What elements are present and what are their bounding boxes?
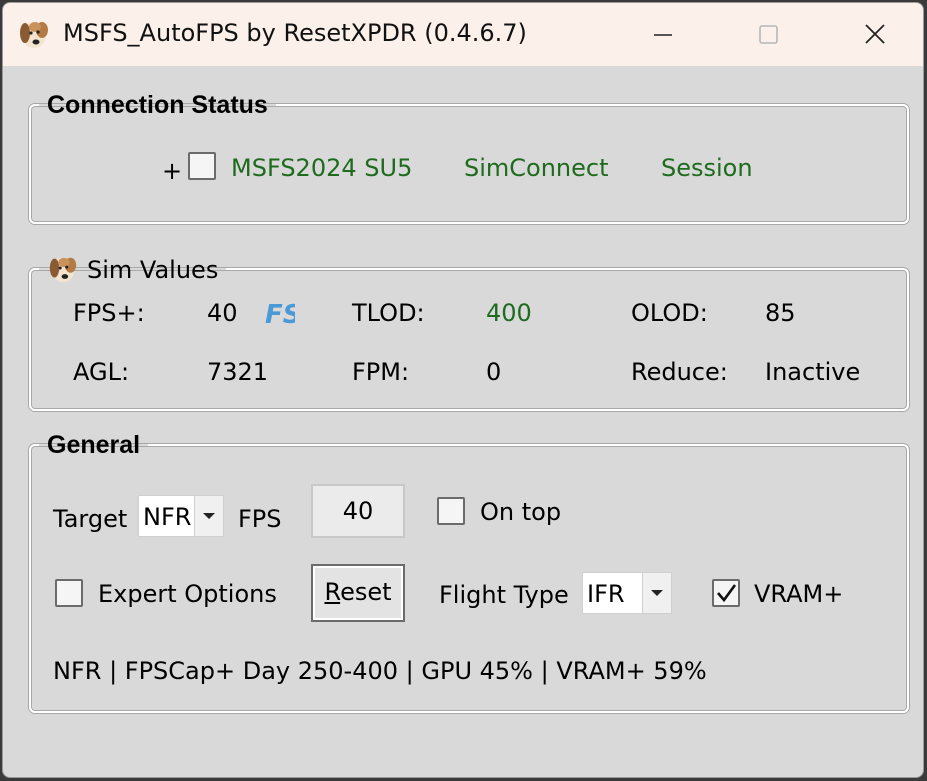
sim-values-group: Sim Values [29, 253, 909, 411]
fps-unit-label: FPS [238, 505, 282, 533]
minimize-icon [654, 34, 672, 36]
chevron-down-icon[interactable] [194, 496, 223, 536]
olod-value: 85 [765, 299, 796, 327]
expert-options-checkbox[interactable] [55, 579, 83, 607]
target-mode-select[interactable]: NFR [138, 495, 224, 537]
reduce-label: Reduce: [631, 358, 728, 386]
status-msfs: MSFS2024 SU5 [231, 154, 413, 182]
vram-checkbox[interactable] [712, 579, 740, 607]
checkmark-icon [717, 584, 737, 603]
flight-type-select[interactable]: IFR [582, 572, 672, 614]
agl-label: AGL: [73, 358, 130, 386]
reduce-value: Inactive [765, 358, 861, 386]
reset-label: eset [340, 578, 392, 606]
connection-checkbox[interactable] [188, 152, 216, 180]
status-session: Session [661, 154, 753, 182]
status-simconnect: SimConnect [464, 154, 609, 182]
fps-value: 40 [207, 299, 238, 327]
fs-logo-icon: FS [265, 300, 295, 329]
fpm-label: FPM: [352, 358, 410, 386]
agl-value: 7321 [207, 358, 269, 386]
minimize-button[interactable] [613, 3, 713, 66]
title-bar[interactable]: MSFS_AutoFPS by ResetXPDR (0.4.6.7) [3, 3, 923, 66]
close-icon [865, 24, 885, 44]
target-fps-input[interactable]: 40 [311, 484, 405, 538]
tlod-label: TLOD: [352, 299, 425, 327]
dog-face-icon [49, 257, 77, 283]
general-legend: General [47, 431, 141, 459]
sim-values-legend-text: Sim Values [87, 256, 219, 284]
target-mode-value: NFR [143, 503, 192, 531]
dog-face-icon [20, 22, 48, 48]
status-summary: NFR | FPSCap+ Day 250-400 | GPU 45% | VR… [53, 657, 707, 685]
target-label: Target [53, 505, 128, 533]
maximize-button[interactable] [718, 3, 818, 66]
tlod-value: 400 [486, 299, 532, 327]
reset-button[interactable]: Reset [311, 564, 405, 622]
fpm-value: 0 [486, 358, 502, 386]
expert-options-label[interactable]: Expert Options [98, 580, 277, 608]
flight-type-label: Flight Type [439, 581, 569, 609]
sim-values-legend: Sim Values [39, 253, 226, 285]
on-top-checkbox[interactable] [437, 497, 465, 525]
fps-label: FPS+: [73, 299, 145, 327]
chevron-down-icon[interactable] [642, 573, 671, 613]
reset-mnemonic: R [324, 578, 341, 606]
olod-label: OLOD: [631, 299, 708, 327]
connection-plus: + [162, 157, 183, 185]
app-window: MSFS_AutoFPS by ResetXPDR (0.4.6.7) Conn… [2, 2, 924, 778]
connection-status-legend: Connection Status [47, 91, 268, 119]
window-title: MSFS_AutoFPS by ResetXPDR (0.4.6.7) [63, 19, 527, 47]
on-top-label[interactable]: On top [480, 498, 561, 526]
maximize-icon [759, 25, 778, 44]
flight-type-value: IFR [587, 580, 625, 608]
close-button[interactable] [825, 3, 923, 66]
svg-text:FS: FS [265, 300, 295, 329]
vram-label[interactable]: VRAM+ [754, 580, 843, 608]
